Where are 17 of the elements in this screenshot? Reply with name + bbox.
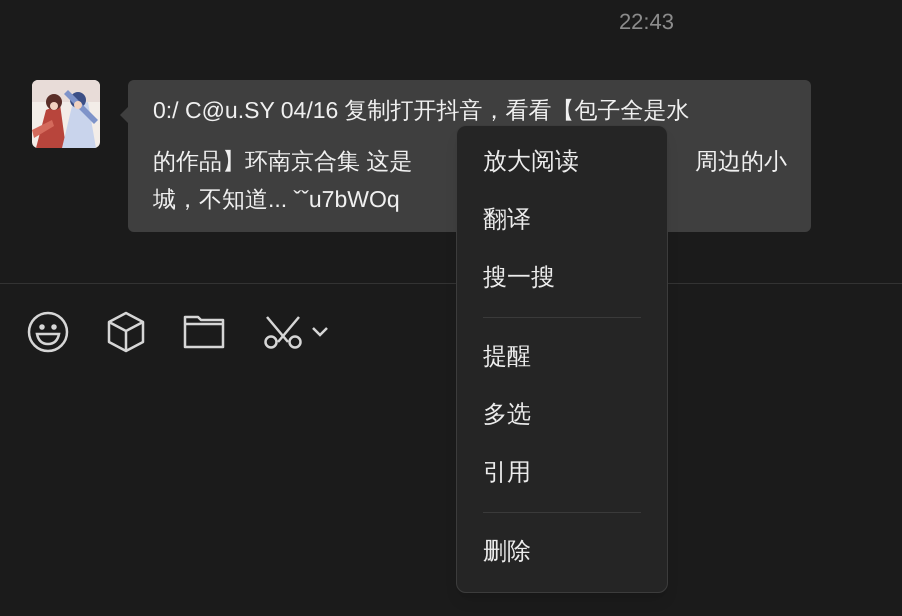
message-time: 22:43 — [618, 8, 674, 36]
message-text: 城，不知道... ˇˇu7bWOq — [153, 186, 400, 212]
menu-item[interactable]: 翻译 — [457, 191, 667, 249]
folder-icon[interactable] — [183, 315, 225, 349]
menu-item[interactable]: 多选 — [457, 386, 667, 444]
menu-item[interactable]: 放大阅读 — [457, 133, 667, 191]
scissors-icon[interactable] — [263, 315, 303, 349]
menu-item[interactable]: 删除 — [457, 523, 667, 581]
message-text: 0:/ C@u.SY 04/16 复制打开抖音，看看【包子全是水 — [153, 97, 690, 123]
menu-item[interactable]: 提醒 — [457, 328, 667, 386]
menu-item[interactable]: 引用 — [457, 444, 667, 502]
cube-icon[interactable] — [107, 311, 145, 353]
chevron-down-icon[interactable] — [311, 326, 329, 338]
message-text: 的作品】环南京合集 这是 — [153, 148, 412, 174]
emoji-icon[interactable] — [27, 311, 69, 353]
message-text: 周边的小 — [695, 148, 787, 174]
menu-item[interactable]: 搜一搜 — [457, 249, 667, 307]
